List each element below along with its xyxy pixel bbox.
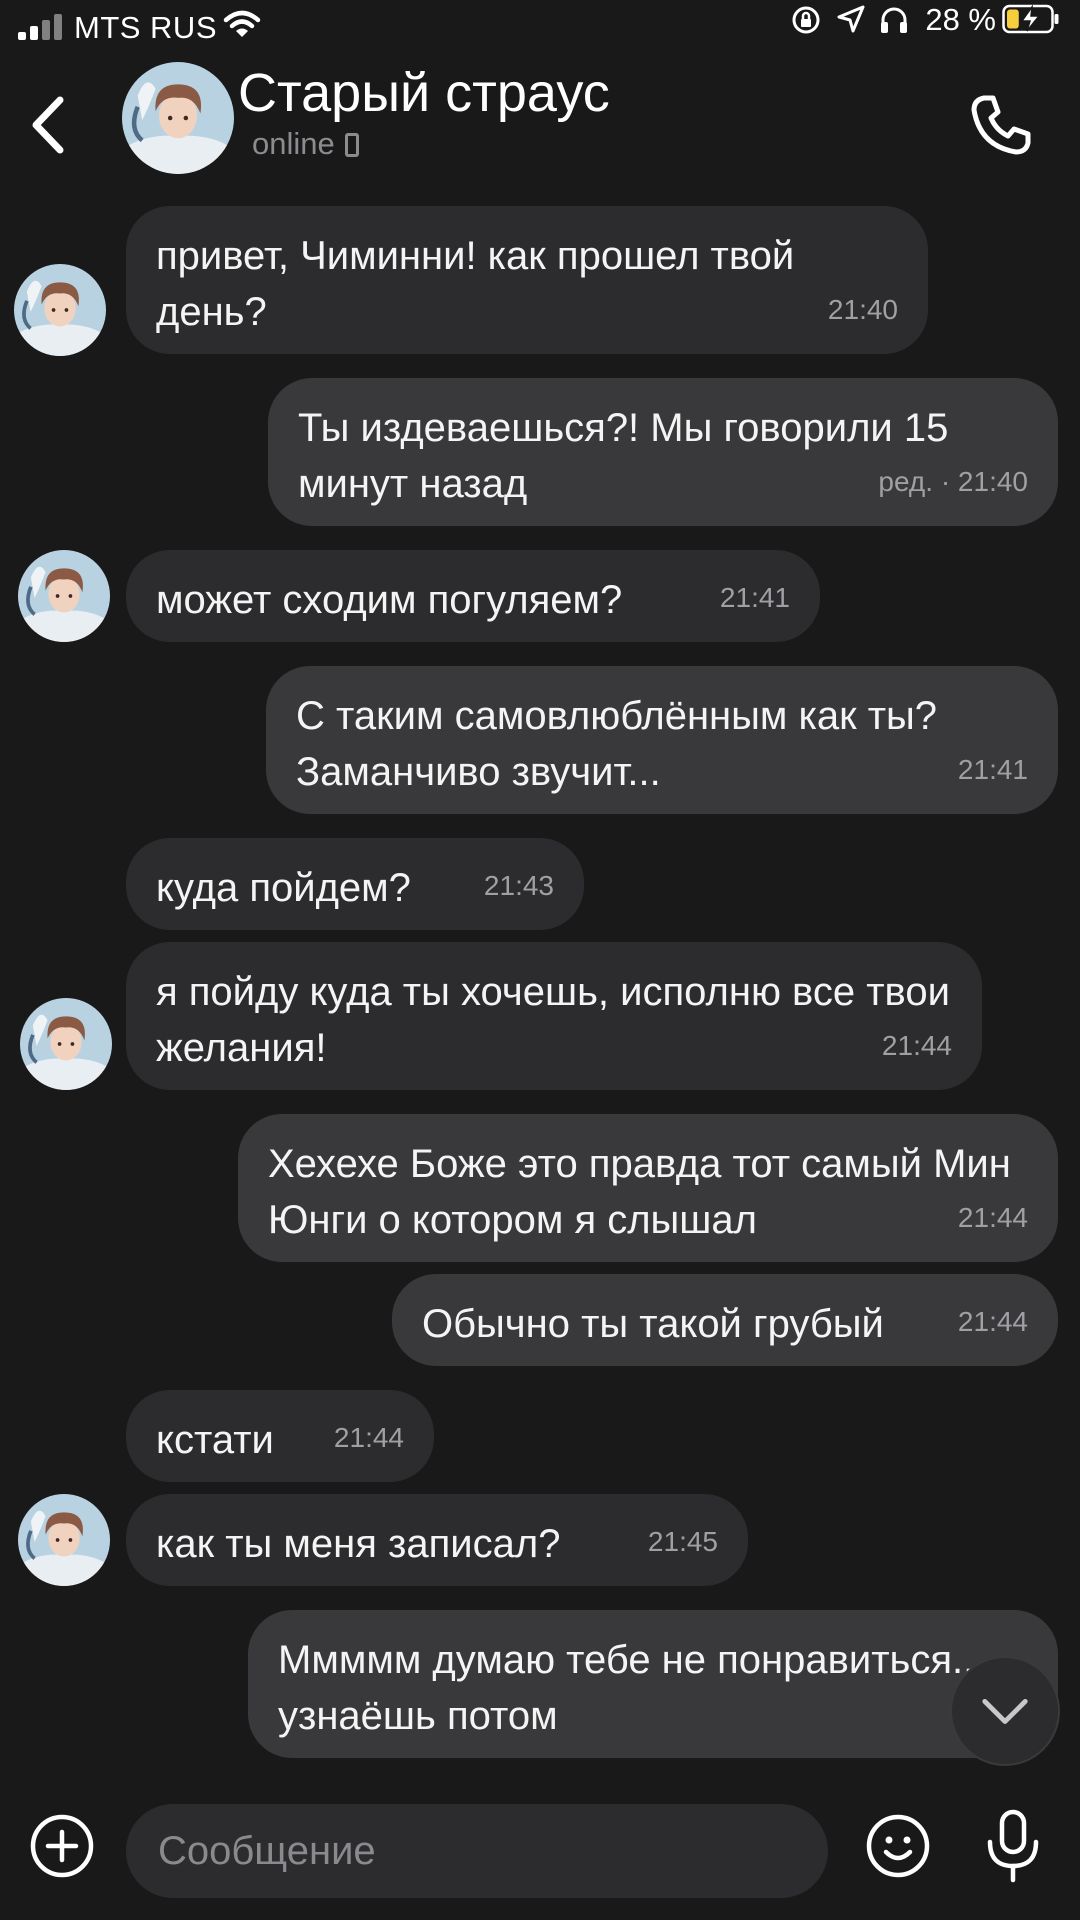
microphone-icon[interactable] xyxy=(978,1808,1048,1884)
sender-avatar[interactable] xyxy=(14,264,106,356)
message-time: 21:41 xyxy=(957,754,1028,785)
chevron-down-icon xyxy=(982,1698,1028,1725)
plus-circle-icon[interactable] xyxy=(28,1812,96,1880)
avatar-image xyxy=(18,1494,110,1586)
rotation-lock-icon xyxy=(792,6,820,34)
message-input[interactable] xyxy=(126,1804,828,1898)
sender-avatar[interactable] xyxy=(18,550,110,642)
message-bubble[interactable]: Ты издеваешься?! Мы говорили 15 минут на… xyxy=(268,378,1058,526)
phone-icon[interactable] xyxy=(966,90,1036,160)
presence-status: online xyxy=(252,126,359,162)
message-bubble[interactable]: привет, Чиминни! как прошел твой день? 2… xyxy=(126,206,928,354)
message-composer xyxy=(0,1790,1080,1920)
wifi-icon xyxy=(223,10,261,37)
message-bubble[interactable]: может сходим погуляем? 21:41 xyxy=(126,550,820,642)
avatar-image xyxy=(20,998,112,1090)
message-time: 21:44 xyxy=(333,1422,404,1453)
smiley-icon[interactable] xyxy=(864,1812,932,1880)
presence-text: online xyxy=(252,126,335,161)
sender-avatar[interactable] xyxy=(20,998,112,1090)
message-text: Ммммм думаю тебе не понравиться.... узна… xyxy=(278,1638,997,1738)
mobile-phone-icon xyxy=(344,133,359,157)
battery-charging-icon xyxy=(1002,4,1059,34)
message-text: привет, Чиминни! как прошел твой день? xyxy=(156,234,795,334)
chevron-left-icon[interactable] xyxy=(24,90,72,160)
message-bubble[interactable]: я пойду куда ты хочешь, исполню все твои… xyxy=(126,942,982,1090)
contact-avatar[interactable] xyxy=(122,62,234,174)
message-text: Обычно ты такой грубый xyxy=(422,1302,884,1346)
avatar-image xyxy=(18,550,110,642)
message-text: может сходим погуляем? xyxy=(156,578,623,622)
message-time: 21:41 xyxy=(719,582,790,613)
message-time: ред. · 21:40 xyxy=(878,466,1028,497)
message-bubble[interactable]: как ты меня записал? 21:45 xyxy=(126,1494,748,1586)
message-time: 21:44 xyxy=(957,1202,1028,1233)
message-bubble[interactable]: Ммммм думаю тебе не понравиться.... узна… xyxy=(248,1610,1058,1758)
scroll-to-bottom-button[interactable] xyxy=(950,1656,1060,1766)
carrier-name: MTS RUS xyxy=(74,10,217,45)
message-bubble[interactable]: С таким самовлюблённым как ты? Заманчиво… xyxy=(266,666,1058,814)
message-text: как ты меня записал? xyxy=(156,1522,561,1566)
message-time: 21:45 xyxy=(647,1526,718,1557)
sender-avatar[interactable] xyxy=(18,1494,110,1586)
battery-percentage: 28 % xyxy=(925,2,996,37)
chat-header: Старый страус online xyxy=(0,54,1080,200)
signal-icon xyxy=(18,14,64,40)
location-icon xyxy=(837,5,865,33)
message-bubble[interactable]: куда пойдем? 21:43 xyxy=(126,838,584,930)
message-bubble[interactable]: кстати 21:44 xyxy=(126,1390,434,1482)
avatar-image xyxy=(122,62,234,174)
message-bubble[interactable]: Обычно ты такой грубый 21:44 xyxy=(392,1274,1058,1366)
message-text: я пойду куда ты хочешь, исполню все твои… xyxy=(156,970,950,1070)
message-text: Хехехе Боже это правда тот самый Мин Юнг… xyxy=(268,1142,1011,1242)
headphones-icon xyxy=(881,7,907,33)
message-bubble[interactable]: Хехехе Боже это правда тот самый Мин Юнг… xyxy=(238,1114,1058,1262)
chat-screen: MTS RUS 28 % Старый страус online привет… xyxy=(0,0,1080,1920)
message-time: 21:40 xyxy=(827,294,898,325)
message-time: 21:44 xyxy=(881,1030,952,1061)
message-time: 21:43 xyxy=(483,870,554,901)
avatar-image xyxy=(14,264,106,356)
message-text: С таким самовлюблённым как ты? Заманчиво… xyxy=(296,694,938,794)
chat-title[interactable]: Старый страус xyxy=(238,62,610,124)
message-time: 21:44 xyxy=(957,1306,1028,1337)
status-bar: MTS RUS 28 % xyxy=(0,0,1080,54)
